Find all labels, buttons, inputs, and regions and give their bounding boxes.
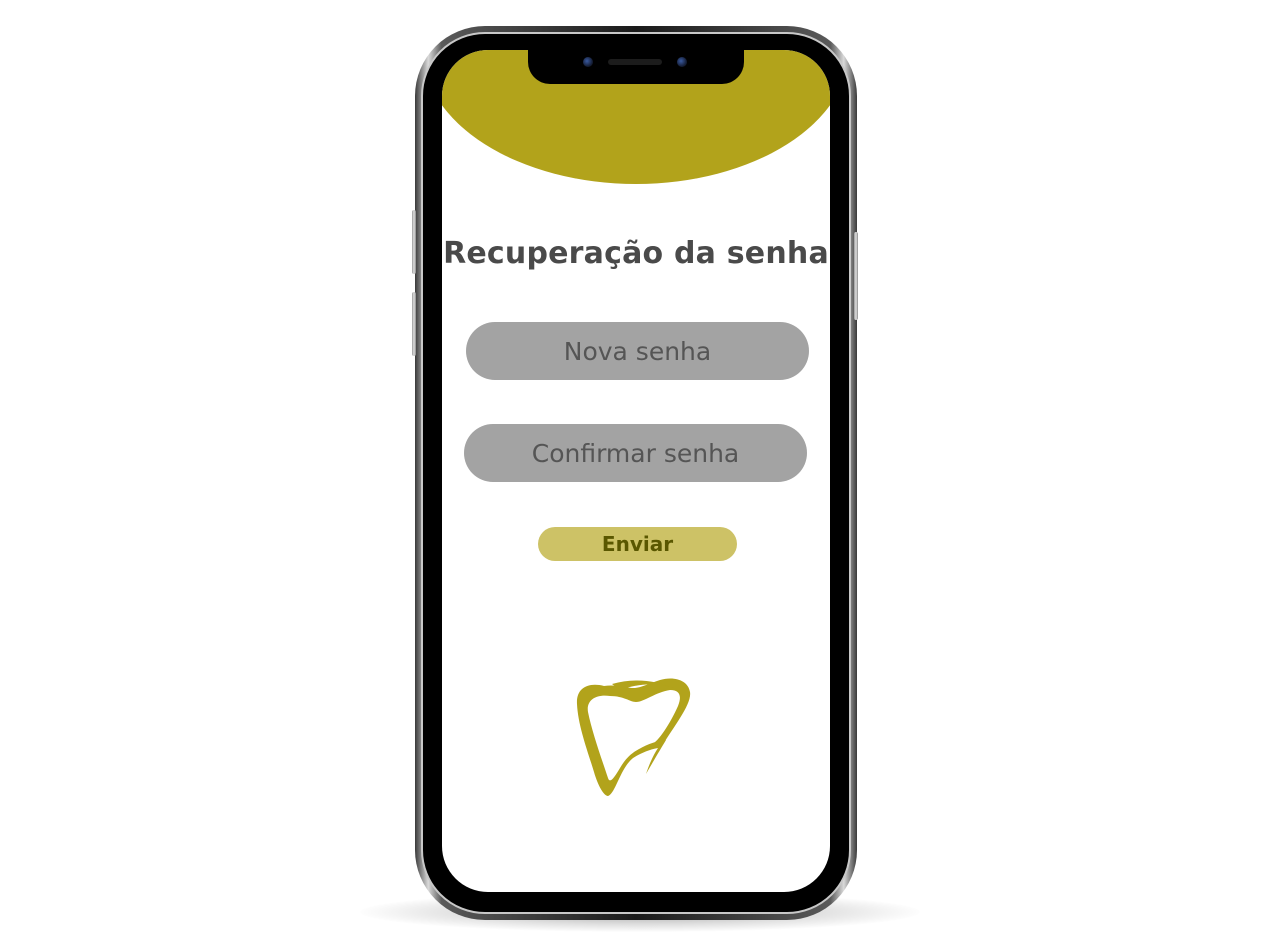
tooth-leaf <box>626 740 666 774</box>
page-title: Recuperação da senha <box>443 236 829 271</box>
new-password-input[interactable] <box>466 321 809 381</box>
volume-down-button <box>412 292 416 356</box>
proximity-sensor-icon <box>677 57 687 67</box>
stage: Recuperação da senha Enviar <box>0 0 1280 936</box>
power-button <box>854 232 858 320</box>
front-camera-icon <box>583 57 593 67</box>
tooth-logo-icon <box>576 678 691 796</box>
submit-button[interactable]: Enviar <box>538 527 737 561</box>
app-screen: Recuperação da senha Enviar <box>442 50 830 892</box>
volume-up-button <box>412 210 416 274</box>
tooth-outline <box>576 678 691 796</box>
confirm-password-field-wrap <box>464 423 807 483</box>
earpiece-speaker <box>608 59 662 65</box>
new-password-field-wrap <box>466 321 809 381</box>
confirm-password-input[interactable] <box>464 423 807 483</box>
submit-button-label: Enviar <box>601 532 674 556</box>
phone-notch <box>528 44 744 84</box>
